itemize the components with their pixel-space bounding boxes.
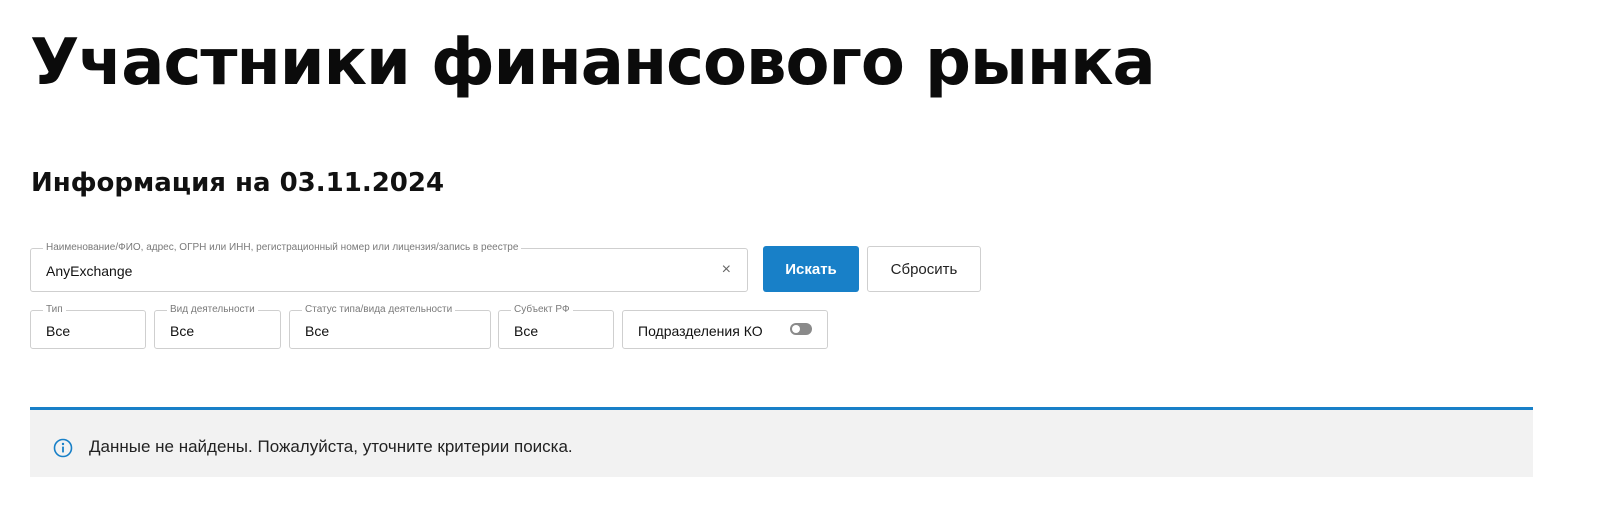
type-select[interactable]: Тип Все	[30, 304, 146, 349]
no-results-notice: Данные не найдены. Пожалуйста, уточните …	[30, 410, 1533, 477]
search-input-legend: Наименование/ФИО, адрес, ОГРН или ИНН, р…	[43, 242, 522, 254]
activity-select-value: Все	[170, 323, 195, 339]
search-input[interactable]: Наименование/ФИО, адрес, ОГРН или ИНН, р…	[30, 242, 748, 292]
type-select-value: Все	[46, 323, 71, 339]
activity-select-legend: Вид деятельности	[167, 304, 258, 316]
type-select-legend: Тип	[43, 304, 66, 316]
subject-select[interactable]: Субъект РФ Все	[498, 304, 614, 349]
status-select-value: Все	[305, 323, 330, 339]
subject-select-legend: Субъект РФ	[511, 304, 573, 316]
notice-text: Данные не найдены. Пожалуйста, уточните …	[89, 437, 573, 456]
status-select[interactable]: Статус типа/вида деятельности Все	[289, 304, 491, 349]
info-icon	[53, 438, 73, 458]
search-input-value[interactable]: AnyExchange	[46, 263, 132, 279]
page-title: Участники финансового рынка	[30, 26, 1156, 100]
info-date-heading: Информация на 03.11.2024	[31, 168, 445, 198]
reset-button[interactable]: Сбросить	[867, 246, 981, 292]
page: Участники финансового рынка Информация н…	[0, 0, 1600, 532]
ko-divisions-toggle[interactable]	[790, 323, 812, 335]
activity-select[interactable]: Вид деятельности Все	[154, 304, 281, 349]
status-select-legend: Статус типа/вида деятельности	[302, 304, 456, 316]
ko-divisions-filter[interactable]: Подразделения КО	[622, 310, 828, 349]
search-button[interactable]: Искать	[763, 246, 859, 292]
subject-select-value: Все	[514, 323, 539, 339]
ko-divisions-label: Подразделения КО	[638, 323, 763, 339]
close-icon[interactable]: ×	[722, 261, 731, 279]
